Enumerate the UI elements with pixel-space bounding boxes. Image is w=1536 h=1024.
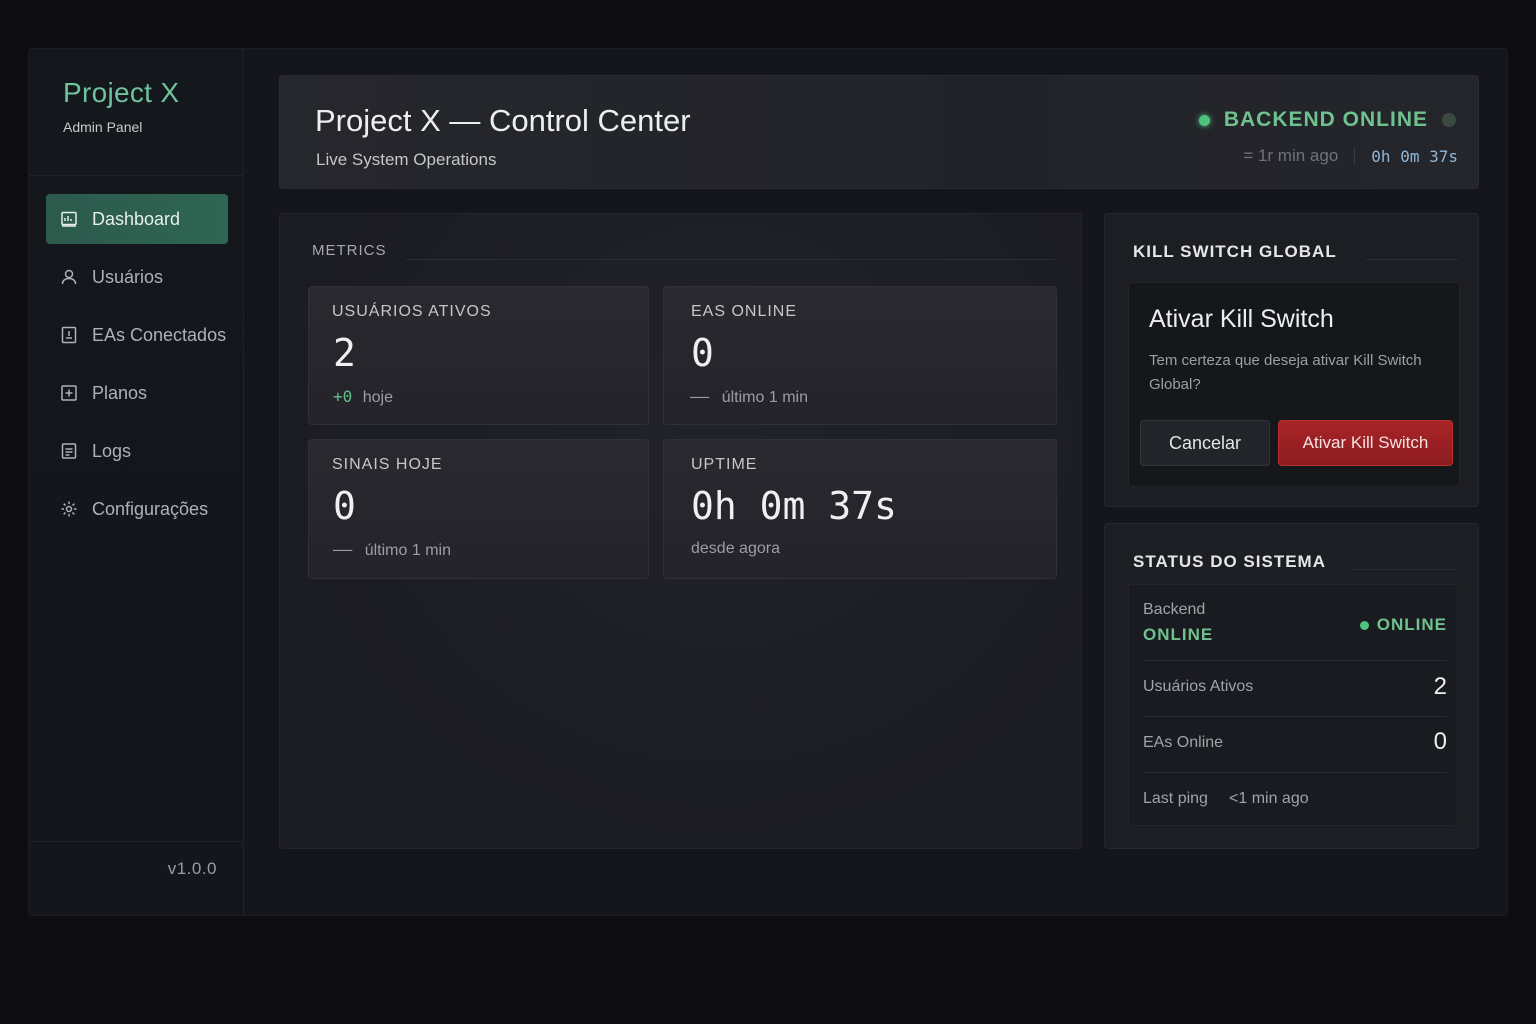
sidebar-item-dashboard[interactable]: Dashboard	[46, 194, 228, 244]
header-uptime: 0h 0m 37s	[1371, 146, 1458, 166]
metric-footer: desde agora	[691, 540, 780, 558]
dashboard-icon	[60, 210, 78, 228]
metric-label: USUÁRIOS ATIVOS	[332, 303, 492, 320]
backend-status-text: BACKEND ONLINE	[1223, 108, 1428, 131]
sidebar-nav: Dashboard Usuários EAs Conectados Planos	[46, 194, 228, 542]
plus-square-icon	[60, 384, 78, 402]
metric-value: 2	[333, 331, 356, 375]
kill-switch-dialog: Ativar Kill Switch Tem certeza que desej…	[1128, 282, 1460, 487]
page-subtitle: Live System Operations	[316, 150, 497, 169]
sidebar-item-label: Configurações	[92, 498, 209, 519]
last-update-text: = 1r min ago	[1243, 146, 1339, 165]
status-key: Backend	[1143, 601, 1206, 618]
meta-divider	[1354, 147, 1356, 165]
sidebar-item-planos[interactable]: Planos	[46, 368, 228, 418]
sidebar-divider	[29, 175, 243, 176]
kill-switch-title: KILL SWITCH GLOBAL	[1133, 242, 1337, 261]
status-value: 2	[1433, 673, 1447, 700]
app-version: v1.0.0	[167, 859, 217, 878]
status-row-eas-online: EAs Online 0	[1143, 717, 1447, 773]
status-row-last-ping: Last ping <1 min ago	[1143, 773, 1447, 825]
brand-title: Project X	[63, 77, 180, 108]
metric-footer: —— último 1 min	[333, 540, 451, 560]
user-icon	[60, 268, 78, 286]
status-key: Usuários Ativos	[1143, 678, 1254, 695]
sidebar-item-logs[interactable]: Logs	[46, 426, 228, 476]
sidebar-item-label: Usuários	[92, 266, 164, 287]
section-divider	[1350, 569, 1458, 570]
sidebar-item-label: Dashboard	[92, 208, 181, 229]
file-icon	[60, 442, 78, 460]
sidebar-item-configuracoes[interactable]: Configurações	[46, 484, 228, 534]
ea-icon	[60, 326, 78, 344]
cancel-button[interactable]: Cancelar	[1140, 420, 1270, 466]
status-row-backend: Backend ONLINE ONLINE	[1143, 585, 1447, 661]
system-status-panel: STATUS DO SISTEMA Backend ONLINE ONLINE …	[1104, 523, 1479, 849]
page-header: Project X — Control Center Live System O…	[279, 75, 1479, 189]
dialog-message: Tem certeza que deseja ativar Kill Switc…	[1149, 352, 1422, 393]
metric-delta: +0	[333, 387, 353, 406]
metric-value: 0	[691, 331, 714, 375]
metrics-section-label: METRICS	[312, 242, 387, 259]
metric-delta: ——	[333, 540, 353, 559]
metric-footer: +0 hoje	[333, 387, 393, 407]
indicator-dot-icon	[1442, 113, 1456, 127]
app-window: Project X Admin Panel Dashboard Usuários	[28, 48, 1508, 916]
sidebar-item-label: Logs	[92, 440, 132, 461]
metric-footer-text: desde agora	[691, 540, 780, 557]
sidebar-item-eas-conectados[interactable]: EAs Conectados	[46, 310, 228, 360]
header-meta: = 1r min ago 0h 0m 37s	[1243, 146, 1458, 166]
section-divider	[1366, 259, 1458, 260]
sidebar: Project X Admin Panel Dashboard Usuários	[29, 49, 244, 915]
metric-footer-text: último 1 min	[721, 389, 808, 406]
status-key: Last ping	[1143, 790, 1208, 807]
sidebar-item-label: EAs Conectados	[92, 324, 227, 345]
metric-label: SINAIS HOJE	[332, 456, 443, 473]
status-value: 0	[1433, 728, 1447, 755]
status-key: EAs Online	[1143, 734, 1224, 751]
brand-subtitle: Admin Panel	[63, 119, 143, 135]
metric-footer-text: último 1 min	[364, 542, 451, 559]
gear-icon	[60, 500, 78, 518]
status-row-active-users: Usuários Ativos 2	[1143, 661, 1447, 717]
metric-delta: ——	[690, 387, 710, 406]
metric-card-sinais-hoje: SINAIS HOJE 0 —— último 1 min	[308, 439, 649, 579]
brand: Project X Admin Panel	[63, 77, 179, 135]
sidebar-footer-divider	[29, 841, 243, 842]
metric-value: 0	[333, 484, 356, 528]
status-dot-icon	[1359, 620, 1369, 630]
status-badge: ONLINE	[1359, 615, 1447, 635]
status-dot-icon	[1198, 114, 1210, 126]
status-badge-text: ONLINE	[1376, 615, 1447, 634]
backend-status: BACKEND ONLINE	[1198, 108, 1456, 132]
metric-card-uptime: UPTIME 0h 0m 37s desde agora	[663, 439, 1057, 579]
backend-status-value: ONLINE	[1143, 625, 1214, 644]
metric-footer-text: hoje	[362, 389, 393, 406]
last-ping-value: <1 min ago	[1229, 790, 1309, 807]
section-divider	[406, 259, 1055, 260]
metric-value: 0h 0m 37s	[691, 484, 897, 528]
metric-label: UPTIME	[691, 456, 758, 473]
dialog-title: Ativar Kill Switch	[1149, 305, 1334, 333]
system-status-list: Backend ONLINE ONLINE Usuários Ativos 2 …	[1128, 584, 1458, 826]
sidebar-item-label: Planos	[92, 382, 148, 403]
system-status-title: STATUS DO SISTEMA	[1133, 552, 1326, 571]
metric-footer: —— último 1 min	[690, 387, 808, 407]
metric-card-eas-online: EAS ONLINE 0 —— último 1 min	[663, 286, 1057, 425]
metric-label: EAS ONLINE	[691, 303, 798, 320]
page-title: Project X — Control Center	[315, 103, 691, 138]
activate-kill-switch-button[interactable]: Ativar Kill Switch	[1278, 420, 1453, 466]
sidebar-item-usuarios[interactable]: Usuários	[46, 252, 228, 302]
metric-card-usuarios-ativos: USUÁRIOS ATIVOS 2 +0 hoje	[308, 286, 649, 425]
kill-switch-panel: KILL SWITCH GLOBAL Ativar Kill Switch Te…	[1104, 213, 1479, 507]
metrics-panel: METRICS USUÁRIOS ATIVOS 2 +0 hoje EAS ON…	[279, 213, 1082, 849]
